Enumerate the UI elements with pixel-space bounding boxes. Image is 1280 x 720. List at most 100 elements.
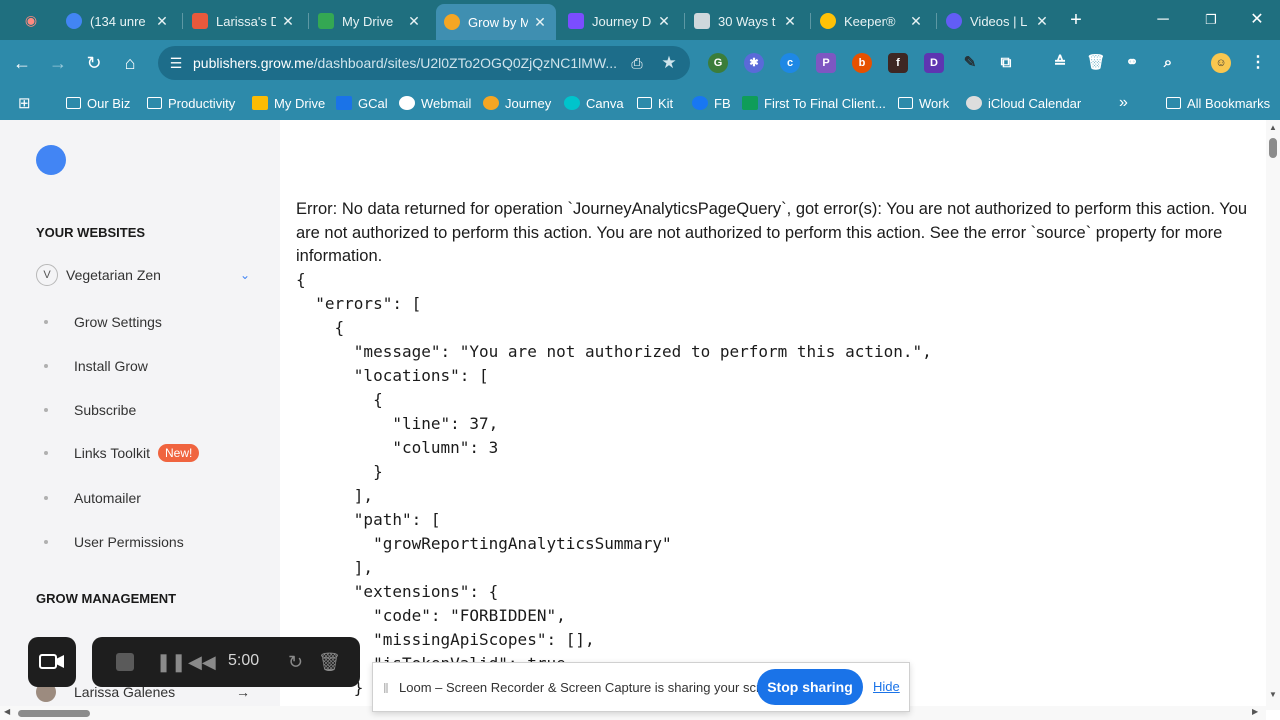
bookmark-journey[interactable]: Journey <box>483 93 551 113</box>
more-bookmarks-button[interactable]: » <box>1119 93 1128 113</box>
vertical-scroll-thumb[interactable] <box>1269 138 1277 158</box>
drag-handle-icon[interactable]: ‖ <box>383 680 389 696</box>
bookmark-label: GCal <box>358 95 388 111</box>
close-icon[interactable]: ✕ <box>1034 13 1050 30</box>
forward-button[interactable]: → <box>45 50 71 76</box>
stop-record-icon[interactable] <box>116 653 134 671</box>
extension-icon[interactable]: ≙ <box>1050 53 1070 73</box>
close-icon[interactable]: ✕ <box>656 13 672 30</box>
home-button[interactable]: ⌂ <box>117 50 143 76</box>
reload-button[interactable]: ↻ <box>81 50 107 76</box>
url-text[interactable]: publishers.grow.me/dashboard/sites/U2l0Z… <box>193 55 623 71</box>
close-icon[interactable]: ✕ <box>280 13 296 30</box>
close-icon[interactable]: ✕ <box>406 13 422 30</box>
bookmarks-bar: ⊞ Our Biz Productivity My Drive GCal Web… <box>0 86 1280 120</box>
bookmark-first-to-final[interactable]: First To Final Client... <box>742 93 886 113</box>
bookmark-icloud-calendar[interactable]: iCloud Calendar <box>966 93 1081 113</box>
trash-icon[interactable]: 🗑 <box>1086 53 1106 73</box>
sidebar-item-user-permissions[interactable]: User Permissions <box>44 532 184 552</box>
sidebar-item-label: Links Toolkit <box>74 445 151 461</box>
record-icon[interactable]: ◉ <box>18 7 44 33</box>
loom-icon <box>946 13 962 29</box>
tab-journey[interactable]: Journey D ✕ <box>560 6 680 36</box>
bookmark-our-biz[interactable]: Our Biz <box>66 93 130 113</box>
url-path: /dashboard/sites/U2l0ZTo2OGQ0ZjQzNC1lMW.… <box>313 55 618 71</box>
tab-title: (134 unre <box>90 13 146 29</box>
stop-sharing-button[interactable]: Stop sharing <box>757 669 863 705</box>
bookmark-star-icon[interactable]: ★ <box>656 50 682 76</box>
tab-larissa[interactable]: Larissa's D ✕ <box>184 6 304 36</box>
bookmark-webmail[interactable]: Webmail <box>399 93 471 113</box>
eyedropper-icon[interactable]: ✎ <box>960 53 980 73</box>
tab-separator <box>308 13 309 29</box>
loom-camera-button[interactable] <box>28 637 76 687</box>
sidebar-item-install-grow[interactable]: Install Grow <box>44 356 148 376</box>
menu-dots-icon[interactable]: ⋮ <box>1248 53 1268 73</box>
chevron-down-icon[interactable]: ⌄ <box>240 268 250 282</box>
extensions-puzzle-icon[interactable]: ⧉ <box>996 53 1016 73</box>
all-bookmarks-folder[interactable]: All Bookmarks <box>1166 93 1270 113</box>
close-icon[interactable]: ✕ <box>532 14 548 31</box>
extension-fx-icon[interactable]: f <box>888 53 908 73</box>
extension-orange-icon[interactable]: b <box>852 53 872 73</box>
hide-link[interactable]: Hide <box>873 679 900 694</box>
bookmark-gcal[interactable]: GCal <box>336 93 388 113</box>
tab-my-drive[interactable]: My Drive ✕ <box>310 6 430 36</box>
tab-videos[interactable]: Videos | L ✕ <box>938 6 1058 36</box>
scroll-up-arrow-icon[interactable]: ▲ <box>1269 123 1277 132</box>
bookmark-kit[interactable]: Kit <box>637 93 673 113</box>
tab-30-ways[interactable]: 30 Ways t ✕ <box>686 6 806 36</box>
install-app-icon[interactable]: ⎙ <box>624 50 650 76</box>
scroll-right-arrow-icon[interactable]: ▶ <box>1252 707 1258 716</box>
bullet-icon <box>44 408 48 412</box>
sidebar-item-subscribe[interactable]: Subscribe <box>44 400 136 420</box>
recording-timer: 5:00 <box>228 652 260 669</box>
minimize-button[interactable]: ─ <box>1148 8 1178 32</box>
extension-d-icon[interactable]: D <box>924 53 944 73</box>
json-line: "path": [ <box>296 510 441 529</box>
tab-grow-active[interactable]: Grow by M ✕ <box>436 4 556 40</box>
extension-c-icon[interactable]: c <box>780 53 800 73</box>
scroll-left-arrow-icon[interactable]: ◀ <box>4 707 10 716</box>
restart-icon[interactable]: ↻ <box>288 652 303 673</box>
sidebar-item-label: Grow Settings <box>74 314 162 330</box>
link-icon[interactable]: ⚭ <box>1122 53 1142 73</box>
grammarly-icon[interactable]: G <box>708 53 728 73</box>
site-info-icon[interactable]: ☰ <box>166 53 186 73</box>
horizontal-scroll-thumb[interactable] <box>18 710 90 717</box>
grow-logo[interactable] <box>36 145 66 175</box>
restore-button[interactable]: ❐ <box>1196 8 1226 32</box>
close-icon[interactable]: ✕ <box>782 13 798 30</box>
address-bar[interactable]: ☰ publishers.grow.me/dashboard/sites/U2l… <box>158 46 690 80</box>
folder-icon <box>898 97 913 109</box>
back-button[interactable]: ← <box>9 50 35 76</box>
scroll-down-arrow-icon[interactable]: ▼ <box>1269 690 1277 699</box>
pause-icon[interactable]: ❚❚ <box>156 652 186 673</box>
extension-p-icon[interactable]: P <box>816 53 836 73</box>
json-line: ], <box>296 558 374 577</box>
bullet-icon <box>44 364 48 368</box>
bookmark-fb[interactable]: FB <box>692 93 731 113</box>
vertical-scrollbar[interactable]: ▲ ▼ <box>1266 120 1280 710</box>
new-tab-button[interactable]: + <box>1063 7 1089 33</box>
bookmark-work[interactable]: Work <box>898 93 949 113</box>
tab-keeper[interactable]: Keeper® ✕ <box>812 6 932 36</box>
rewind-icon[interactable]: ◀◀ <box>188 652 216 673</box>
apps-grid-icon[interactable]: ⊞ <box>18 93 31 113</box>
tab-gmail[interactable]: (134 unre ✕ <box>58 6 178 36</box>
close-icon[interactable]: ✕ <box>154 13 170 30</box>
extension-gear-icon[interactable]: ✱ <box>744 53 764 73</box>
close-icon[interactable]: ✕ <box>908 13 924 30</box>
close-window-button[interactable]: ✕ <box>1242 8 1272 32</box>
delete-recording-icon[interactable]: 🗑 <box>318 652 341 673</box>
bookmark-productivity[interactable]: Productivity <box>147 93 235 113</box>
sidebar-item-grow-settings[interactable]: Grow Settings <box>44 312 162 332</box>
sidebar-item-links-toolkit[interactable]: Links Toolkit New! <box>44 443 200 463</box>
folder-icon <box>66 97 81 109</box>
bookmark-canva[interactable]: Canva <box>564 93 624 113</box>
sidebar-item-automailer[interactable]: Automailer <box>44 488 141 508</box>
site-selector[interactable]: V Vegetarian Zen ⌄ <box>36 263 250 287</box>
bookmark-my-drive[interactable]: My Drive <box>252 93 325 113</box>
profile-avatar[interactable]: ☺ <box>1211 53 1231 73</box>
search-tabs-icon[interactable]: ⌕ <box>1158 53 1178 73</box>
